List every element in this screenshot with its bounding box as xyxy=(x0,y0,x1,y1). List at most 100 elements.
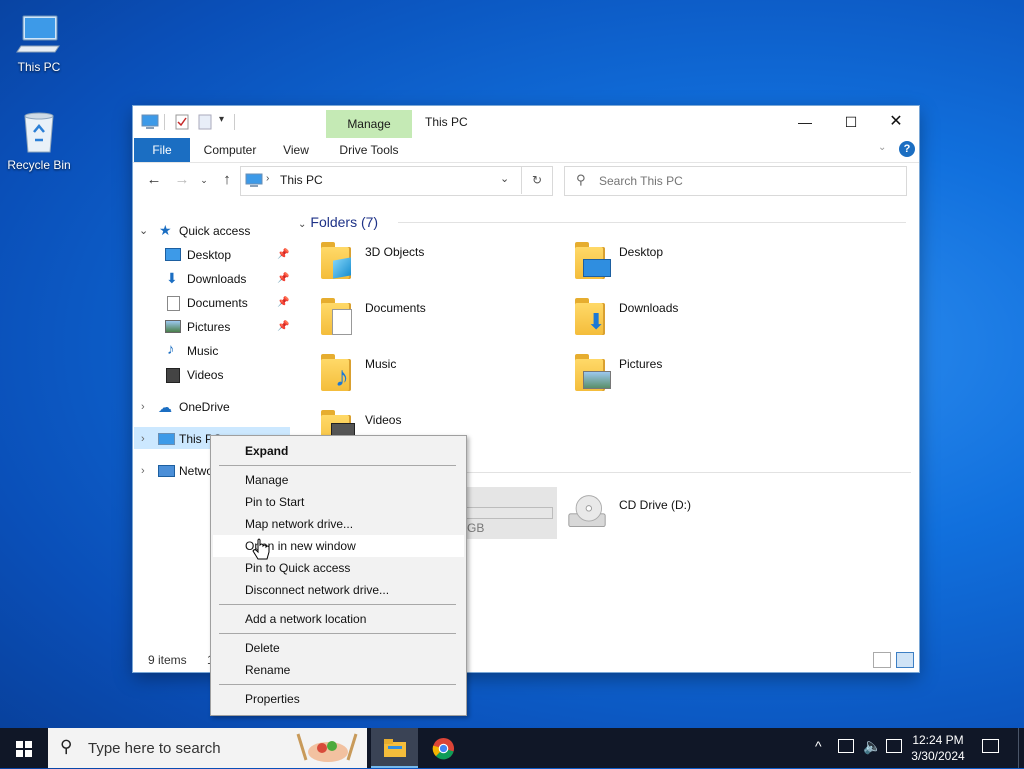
tab-drive-tools[interactable]: Drive Tools xyxy=(326,138,412,162)
minimize-button[interactable]: — xyxy=(782,106,828,138)
refresh-button[interactable]: ↻ xyxy=(521,166,552,194)
chevron-right-icon[interactable]: › xyxy=(141,460,145,482)
context-menu: Expand Manage Pin to Start Map network d… xyxy=(210,435,467,716)
window-title: This PC xyxy=(425,115,468,129)
search-icon: ⚲ xyxy=(576,172,586,187)
start-button[interactable] xyxy=(0,728,48,768)
tab-file[interactable]: File xyxy=(134,138,190,162)
nav-quick-access[interactable]: ⌄ ★ Quick access xyxy=(139,220,289,242)
show-desktop-button[interactable] xyxy=(1018,728,1024,768)
nav-item-music[interactable]: ♪ Music xyxy=(165,340,289,362)
music-note-icon: ♪ xyxy=(167,341,175,358)
folder-label: Documents xyxy=(365,301,426,315)
taskbar-file-explorer[interactable] xyxy=(371,728,418,768)
search-input[interactable] xyxy=(597,171,891,191)
folder-pictures-icon xyxy=(573,351,613,391)
menu-item-add-network-location[interactable]: Add a network location xyxy=(213,608,464,630)
nav-label: OneDrive xyxy=(179,400,230,414)
properties-icon[interactable] xyxy=(175,114,189,130)
picture-icon xyxy=(165,320,181,333)
expand-ribbon-icon[interactable]: ⌄ xyxy=(878,142,886,153)
desktop-icon-this-pc[interactable]: This PC xyxy=(1,10,77,74)
nav-label: Music xyxy=(187,344,219,358)
nav-label: Videos xyxy=(187,368,224,382)
group-label: Folders (7) xyxy=(310,214,379,230)
folder-label: CD Drive (D:) xyxy=(619,498,691,512)
nav-item-documents[interactable]: Documents 📌 xyxy=(165,292,289,314)
recent-locations-button[interactable]: ⌄ xyxy=(197,166,211,194)
cd-drive-d[interactable]: CD Drive (D:) xyxy=(567,492,807,540)
monitor-icon xyxy=(15,10,63,58)
address-bar[interactable]: › This PC ⌄ xyxy=(240,166,553,196)
folder-label: Downloads xyxy=(619,301,679,315)
customize-quick-access-icon[interactable]: ▾ xyxy=(219,114,224,125)
maximize-button[interactable]: ☐ xyxy=(828,106,874,138)
folder-pictures[interactable]: Pictures xyxy=(573,351,813,399)
chevron-right-icon[interactable]: › xyxy=(141,428,145,450)
nav-onedrive[interactable]: › ☁ OneDrive xyxy=(139,396,289,418)
folder-music[interactable]: ♪ Music xyxy=(319,351,559,399)
breadcrumb-this-pc[interactable]: This PC xyxy=(280,173,323,187)
nav-item-videos[interactable]: Videos xyxy=(165,364,289,386)
nav-item-downloads[interactable]: ⬇ Downloads 📌 xyxy=(165,268,289,290)
new-folder-icon[interactable] xyxy=(198,114,212,130)
chevron-right-icon[interactable]: › xyxy=(141,396,145,418)
clock-date: 3/30/2024 xyxy=(911,749,965,763)
computer-icon xyxy=(158,433,175,445)
menu-item-expand[interactable]: Expand xyxy=(213,440,464,462)
folder-label: Desktop xyxy=(619,245,664,259)
taskbar-search-placeholder: Type here to search xyxy=(88,740,221,757)
desktop-icon-recycle-bin[interactable]: Recycle Bin xyxy=(1,108,77,172)
details-view-icon[interactable] xyxy=(873,652,891,668)
folders-group-header[interactable]: ⌄ Folders (7) xyxy=(298,214,378,230)
nav-item-pictures[interactable]: Pictures 📌 xyxy=(165,316,289,338)
clock[interactable]: 12:24 PM 3/30/2024 xyxy=(907,732,969,764)
tab-view[interactable]: View xyxy=(276,138,316,162)
folder-documents[interactable]: Documents xyxy=(319,295,559,343)
nav-item-desktop[interactable]: Desktop 📌 xyxy=(165,244,289,266)
chrome-icon xyxy=(432,737,455,760)
taskbar-search-box[interactable]: ⚲ Type here to search xyxy=(48,728,367,768)
up-button[interactable]: ↑ xyxy=(216,166,238,194)
menu-item-pin-to-start[interactable]: Pin to Start xyxy=(213,491,464,513)
forward-button[interactable]: → xyxy=(171,166,193,194)
back-button[interactable]: ← xyxy=(143,166,165,194)
taskbar-chrome[interactable] xyxy=(420,728,467,768)
tab-manage[interactable]: Manage xyxy=(326,110,412,138)
desktop-icon xyxy=(165,248,181,261)
desktop-icon-label: This PC xyxy=(17,60,61,74)
document-icon xyxy=(167,296,180,311)
menu-item-open-in-new-window[interactable]: Open in new window xyxy=(213,535,464,557)
menu-item-pin-to-quick-access[interactable]: Pin to Quick access xyxy=(213,557,464,579)
show-hidden-icons-chevron[interactable]: ^ xyxy=(815,738,822,754)
search-box[interactable]: ⚲ xyxy=(564,166,907,196)
folder-label: Videos xyxy=(365,413,402,427)
menu-separator xyxy=(219,633,456,634)
chevron-down-icon[interactable]: ⌄ xyxy=(139,220,148,242)
menu-item-rename[interactable]: Rename xyxy=(213,659,464,681)
clock-time: 12:24 PM xyxy=(912,733,964,747)
network-status-icon[interactable] xyxy=(838,739,854,753)
chevron-down-icon[interactable]: ⌄ xyxy=(298,219,306,230)
folder-label: Pictures xyxy=(619,357,663,371)
folder-downloads[interactable]: ⬇ Downloads xyxy=(573,295,813,343)
divider xyxy=(164,114,165,130)
large-icons-view-icon[interactable] xyxy=(896,652,914,668)
folder-3d-objects[interactable]: 3D Objects xyxy=(319,239,559,287)
group-divider xyxy=(438,472,911,473)
close-button[interactable]: ✕ xyxy=(873,106,919,138)
action-status-icon[interactable] xyxy=(886,739,902,753)
film-icon xyxy=(166,368,180,383)
notifications-icon[interactable] xyxy=(982,739,999,753)
menu-item-manage[interactable]: Manage xyxy=(213,469,464,491)
folder-desktop[interactable]: Desktop xyxy=(573,239,813,287)
help-icon[interactable]: ? xyxy=(899,141,915,157)
tab-computer[interactable]: Computer xyxy=(195,138,265,162)
chevron-right-icon: › xyxy=(266,173,270,184)
menu-item-map-network-drive[interactable]: Map network drive... xyxy=(213,513,464,535)
address-dropdown-icon[interactable]: ⌄ xyxy=(500,172,509,185)
menu-item-delete[interactable]: Delete xyxy=(213,637,464,659)
volume-muted-icon[interactable]: 🔈 xyxy=(863,737,882,755)
menu-item-disconnect-network-drive[interactable]: Disconnect network drive... xyxy=(213,579,464,601)
menu-item-properties[interactable]: Properties xyxy=(213,688,464,710)
